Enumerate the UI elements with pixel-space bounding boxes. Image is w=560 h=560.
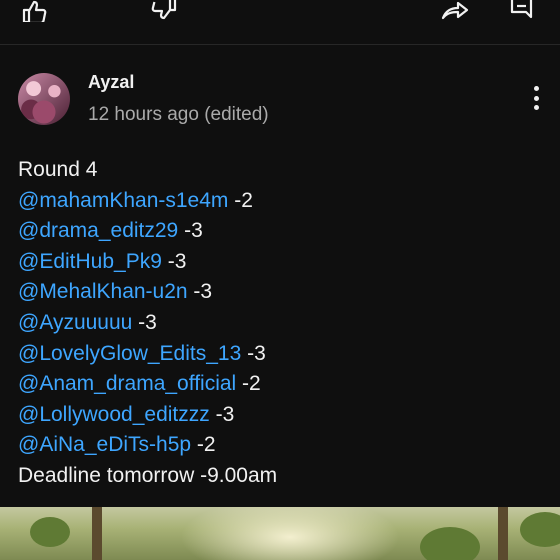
action-bar <box>0 0 560 45</box>
author-name[interactable]: Ayzal <box>88 72 134 93</box>
more-vert-icon-dot <box>533 86 539 91</box>
like-button[interactable] <box>18 0 52 22</box>
line-text: -3 <box>178 219 203 243</box>
post-line: @AiNa_eDiTs-h5p -2 <box>18 430 538 461</box>
post-line: Deadline tomorrow -9.00am <box>18 461 538 492</box>
image-foliage <box>420 527 480 560</box>
mention-link[interactable]: @AiNa_eDiTs-h5p <box>18 433 191 456</box>
mention-link[interactable]: @drama_editz29 <box>18 219 178 242</box>
more-vert-icon-dot <box>533 105 539 110</box>
mention-link[interactable]: @LovelyGlow_Edits_13 <box>18 342 241 365</box>
line-text: -2 <box>236 372 261 396</box>
mention-link[interactable]: @EditHub_Pk9 <box>18 250 162 273</box>
post-timestamp: 12 hours ago (edited) <box>88 104 269 125</box>
post-line: @Anam_drama_official -2 <box>18 369 538 400</box>
image-foliage <box>520 512 560 547</box>
post-line: @EditHub_Pk9 -3 <box>18 247 538 278</box>
mention-link[interactable]: @Ayzuuuuu <box>18 311 132 334</box>
post-image[interactable] <box>0 507 560 560</box>
image-branch <box>92 507 102 560</box>
thumbs-up-icon <box>22 0 47 22</box>
line-text: -3 <box>161 249 187 273</box>
line-text: -3 <box>187 280 213 304</box>
post-line: @mahamKhan-s1e4m -2 <box>18 186 538 217</box>
line-text: Deadline tomorrow -9.00am <box>18 463 278 487</box>
comment-button[interactable] <box>505 0 539 22</box>
post-line: @MehalKhan-u2n -3 <box>18 277 538 308</box>
line-text: -2 <box>191 433 216 457</box>
line-text: -3 <box>241 341 266 365</box>
comment-icon <box>510 0 533 19</box>
post-line: @LovelyGlow_Edits_13 -3 <box>18 339 538 370</box>
mention-link[interactable]: @MehalKhan-u2n <box>18 280 188 303</box>
post-line: Round 4 <box>18 155 538 186</box>
share-button[interactable] <box>438 0 472 22</box>
share-icon <box>441 1 469 20</box>
more-options-button[interactable] <box>526 84 546 112</box>
line-text: -2 <box>228 188 253 212</box>
post-body: Round 4 @mahamKhan-s1e4m -2 @drama_editz… <box>18 155 538 492</box>
image-light <box>180 507 400 560</box>
mention-link[interactable]: @Anam_drama_official <box>18 372 236 395</box>
mention-link[interactable]: @mahamKhan-s1e4m <box>18 189 228 212</box>
line-text: -3 <box>209 402 235 426</box>
avatar[interactable] <box>18 73 70 125</box>
line-text: Round 4 <box>18 158 98 181</box>
post-line: @drama_editz29 -3 <box>18 216 538 247</box>
post-line: @Lollywood_editzzz -3 <box>18 400 538 431</box>
dislike-button[interactable] <box>148 0 182 22</box>
image-foliage <box>30 517 70 547</box>
thumbs-down-icon <box>151 0 177 20</box>
line-text: -3 <box>132 310 157 334</box>
post-line: @Ayzuuuuu -3 <box>18 308 538 339</box>
more-vert-icon-dot <box>533 95 539 101</box>
mention-link[interactable]: @Lollywood_editzzz <box>18 403 210 426</box>
image-branch <box>498 507 508 560</box>
